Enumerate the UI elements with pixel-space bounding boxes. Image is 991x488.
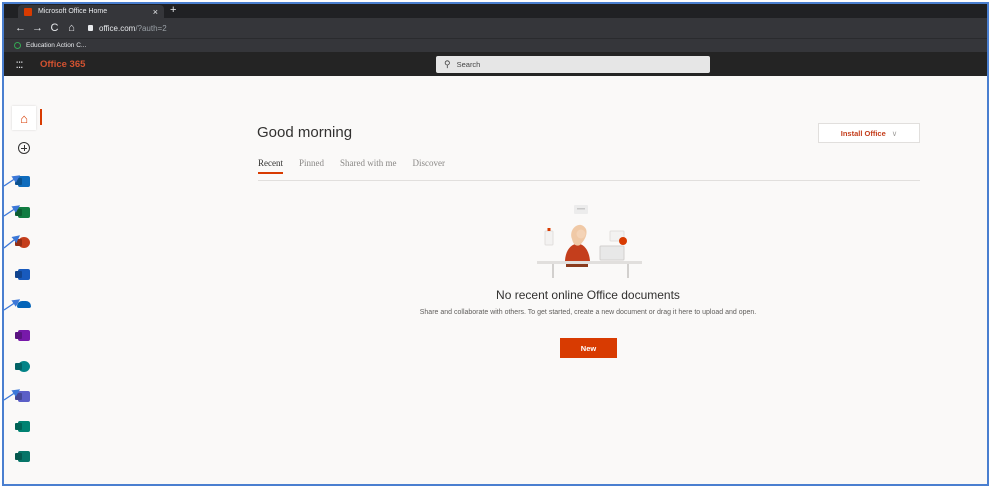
word-icon <box>18 268 30 280</box>
rail-sharepoint[interactable] <box>12 354 36 378</box>
powerpoint-icon <box>18 236 30 248</box>
active-indicator <box>40 109 42 125</box>
rail-home[interactable]: ⌂ <box>12 106 36 130</box>
desk-leg-left <box>552 264 554 278</box>
search-icon: ⚲ <box>444 59 451 69</box>
install-office-button[interactable]: Install Office ∨ <box>818 123 920 143</box>
tab-shared-with-me[interactable]: Shared with me <box>340 158 397 174</box>
tab-pinned[interactable]: Pinned <box>299 158 324 174</box>
greeting-title: Good morning <box>257 124 353 141</box>
forward-icon[interactable]: → <box>29 22 46 34</box>
search-box[interactable]: ⚲ Search <box>436 56 710 73</box>
url-path[interactable]: /?auth=2 <box>135 24 166 33</box>
rail-onedrive[interactable] <box>12 292 36 316</box>
bookmark-education-action[interactable]: Education Action C... <box>26 42 86 49</box>
forms-icon <box>18 450 30 462</box>
chevron-down-icon: ∨ <box>891 128 898 138</box>
notification-dot <box>619 237 627 245</box>
rail-powerpoint[interactable] <box>12 230 36 254</box>
side-panel-tab <box>547 228 551 231</box>
outlook-icon <box>18 175 30 187</box>
rail-forms[interactable] <box>12 444 36 468</box>
search-placeholder: Search <box>456 60 481 69</box>
document-tabs: Recent Pinned Shared with me Discover <box>258 158 461 174</box>
home-icon: ⌂ <box>20 110 28 126</box>
empty-state-title: No recent online Office documents <box>496 288 680 302</box>
reload-icon[interactable]: C <box>46 22 63 34</box>
desk-surface <box>537 261 642 264</box>
empty-state-description: Share and collaborate with others. To ge… <box>419 309 757 316</box>
page-content: ⌂ Good morning Install Office ∨ Recent P… <box>4 76 987 484</box>
create-icon <box>18 142 30 154</box>
office-favicon-icon <box>24 7 32 16</box>
browser-address-bar: ← → C ⌂ office.com /?auth=2 <box>4 18 987 38</box>
rail-create[interactable] <box>12 136 36 160</box>
sway-icon <box>18 420 30 432</box>
browser-tab-title: Microsoft Office Home <box>38 8 108 15</box>
close-tab-icon[interactable]: × <box>153 7 158 17</box>
rail-onenote[interactable] <box>12 323 36 347</box>
excel-icon <box>18 206 30 218</box>
office-365-brand[interactable]: Office 365 <box>40 59 85 70</box>
install-office-label: Install Office <box>840 128 886 138</box>
app-launcher-icon[interactable]: ::: <box>4 57 34 71</box>
app-rail: ⌂ <box>12 76 42 484</box>
teams-icon <box>18 390 30 402</box>
rail-sway[interactable] <box>12 414 36 438</box>
screenshot-frame: Microsoft Office Home × + ← → C ⌂ office… <box>2 2 989 486</box>
url-host[interactable]: office.com <box>99 24 135 33</box>
tabs-divider <box>258 180 920 181</box>
home-button-icon[interactable]: ⌂ <box>63 22 80 34</box>
laptop-screen <box>599 245 625 261</box>
bookmark-globe-icon <box>14 42 21 49</box>
empty-state-illustration <box>537 205 642 278</box>
person-head <box>576 229 586 239</box>
lock-icon[interactable] <box>88 25 93 31</box>
floating-card-line <box>577 208 585 210</box>
tab-recent[interactable]: Recent <box>258 158 283 174</box>
rail-word[interactable] <box>12 262 36 286</box>
chair <box>566 264 588 267</box>
back-icon[interactable]: ← <box>12 22 29 34</box>
person-body <box>565 243 590 261</box>
office-header: ::: Office 365 ⚲ Search <box>4 52 987 76</box>
rail-teams[interactable] <box>12 384 36 408</box>
rail-outlook[interactable] <box>12 169 36 193</box>
browser-tab[interactable]: Microsoft Office Home × <box>18 5 164 18</box>
new-tab-button[interactable]: + <box>170 4 176 17</box>
tab-discover[interactable]: Discover <box>413 158 446 174</box>
new-document-button[interactable]: New <box>560 338 617 358</box>
side-panel <box>544 230 554 246</box>
browser-tab-strip: Microsoft Office Home × + <box>4 4 987 18</box>
onedrive-icon <box>17 300 31 308</box>
onenote-icon <box>18 329 30 341</box>
rail-excel[interactable] <box>12 200 36 224</box>
desk-leg-right <box>627 264 629 278</box>
bookmarks-bar: Education Action C... <box>4 38 987 52</box>
sharepoint-icon <box>18 360 30 372</box>
